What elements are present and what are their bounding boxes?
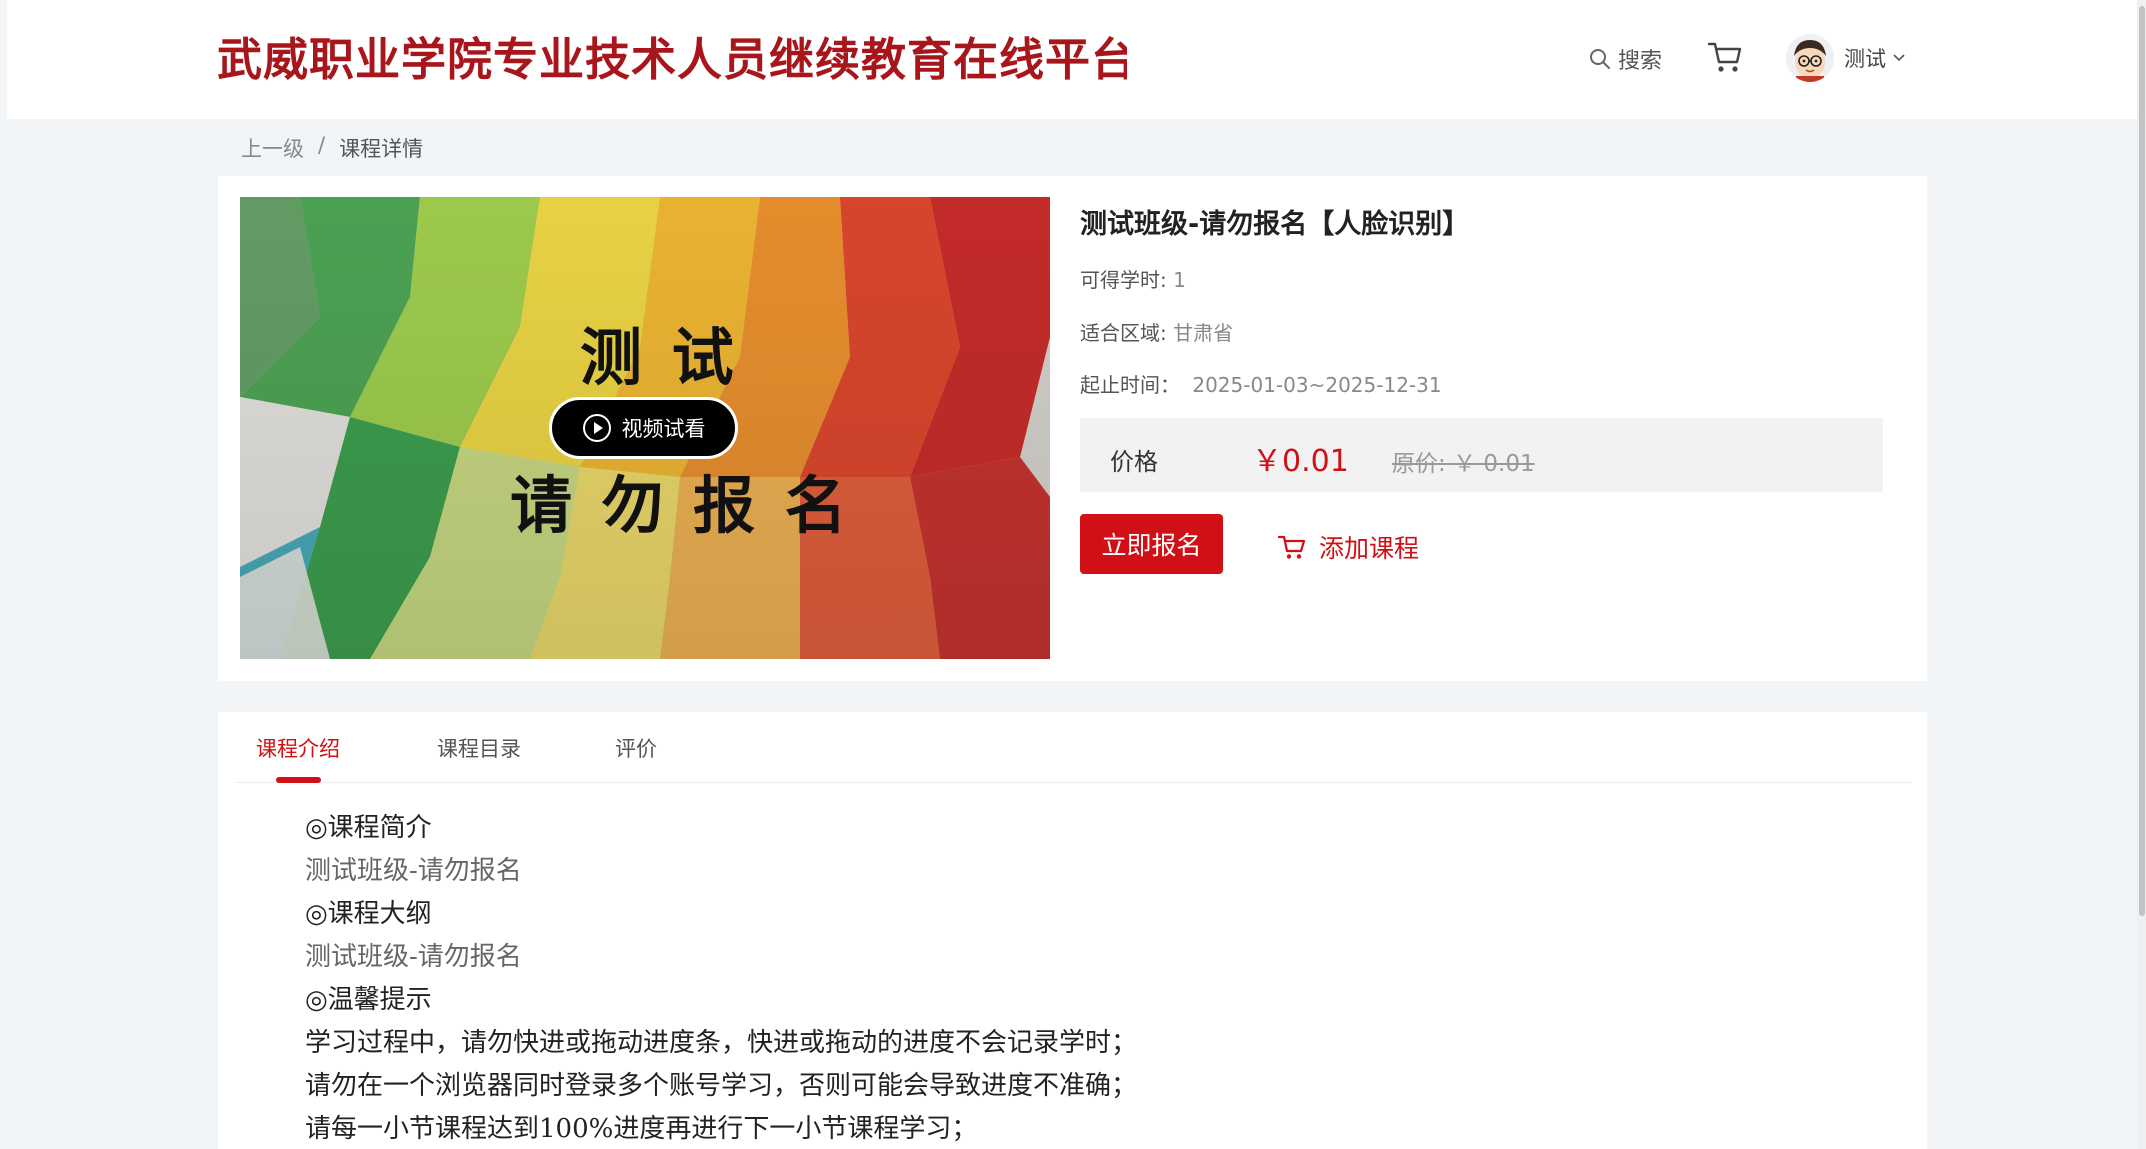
search-button[interactable]: 搜索 <box>1588 43 1662 75</box>
tab-reviews[interactable]: 评价 <box>615 733 657 763</box>
search-icon <box>1590 49 1610 69</box>
video-preview-label: 视频试看 <box>621 417 706 441</box>
course-region: 适合区域: 甘肃省 <box>1080 317 1233 346</box>
avatar <box>1786 34 1834 82</box>
cart-add-icon <box>1277 535 1306 559</box>
period-value: 2025-01-03~2025-12-31 <box>1192 373 1442 397</box>
user-name: 测试 <box>1844 47 1886 71</box>
course-hours: 可得学时: 1 <box>1080 264 1186 293</box>
price-label: 价格 <box>1110 448 1158 476</box>
tip-line: 学习过程中，请勿快进或拖动进度条，快进或拖动的进度不会记录学时； <box>305 1028 1138 1058</box>
outline-text: 测试班级-请勿报名 <box>305 942 522 972</box>
period-label: 起止时间： <box>1080 373 1180 397</box>
breadcrumb-separator: / <box>318 133 326 157</box>
active-tab-indicator <box>276 777 321 783</box>
region-value: 甘肃省 <box>1173 321 1234 345</box>
price-box: 价格 ￥0.01 原价: ￥ 0.01 <box>1080 418 1883 492</box>
outline-heading: ◎课程大纲 <box>305 899 432 929</box>
cover-text-line1: 测 试 <box>580 321 738 394</box>
add-course-button[interactable]: 添加课程 <box>1277 529 1419 565</box>
tabs-divider <box>235 782 1912 783</box>
tip-line: 请每一小节课程达到100%进度再进行下一小节课程学习； <box>305 1114 978 1144</box>
top-header: 武威职业学院专业技术人员继续教育在线平台 搜索 测试 <box>7 0 2137 119</box>
tips-heading: ◎温馨提示 <box>305 985 432 1015</box>
region-label: 适合区域: <box>1080 321 1167 345</box>
course-title: 测试班级-请勿报名【人脸识别】 <box>1080 209 1470 240</box>
tab-course-intro[interactable]: 课程介绍 <box>256 733 340 763</box>
scrollbar-thumb[interactable] <box>2139 6 2145 916</box>
course-period: 起止时间： 2025-01-03~2025-12-31 <box>1080 369 1442 398</box>
hours-value: 1 <box>1173 268 1186 292</box>
chevron-down-icon <box>1893 54 1905 62</box>
play-icon <box>582 414 611 442</box>
cart-icon <box>1707 42 1742 72</box>
add-course-label: 添加课程 <box>1319 534 1420 563</box>
breadcrumb: 上一级 / 课程详情 <box>241 133 423 163</box>
user-menu[interactable]: 测试 <box>1786 34 1906 82</box>
site-logo-title[interactable]: 武威职业学院专业技术人员继续教育在线平台 <box>217 28 1127 94</box>
tip-line: 请勿在一个浏览器同时登录多个账号学习，否则可能会导致进度不准确； <box>305 1071 1138 1101</box>
cover-text-line2: 请 勿 报 名 <box>510 469 851 542</box>
breadcrumb-parent-link[interactable]: 上一级 <box>241 133 304 163</box>
breadcrumb-current: 课程详情 <box>339 137 424 161</box>
intro-heading: ◎课程简介 <box>305 813 432 843</box>
intro-text: 测试班级-请勿报名 <box>305 856 522 886</box>
search-label: 搜索 <box>1618 49 1663 74</box>
enroll-now-button[interactable]: 立即报名 <box>1080 514 1223 574</box>
cart-button[interactable] <box>1707 40 1743 78</box>
original-price: 原价: ￥ 0.01 <box>1392 451 1535 477</box>
tab-course-catalog[interactable]: 课程目录 <box>437 733 521 763</box>
hours-label: 可得学时: <box>1080 268 1167 292</box>
price-value: ￥0.01 <box>1252 444 1349 479</box>
video-preview-button[interactable]: 视频试看 <box>549 397 738 459</box>
